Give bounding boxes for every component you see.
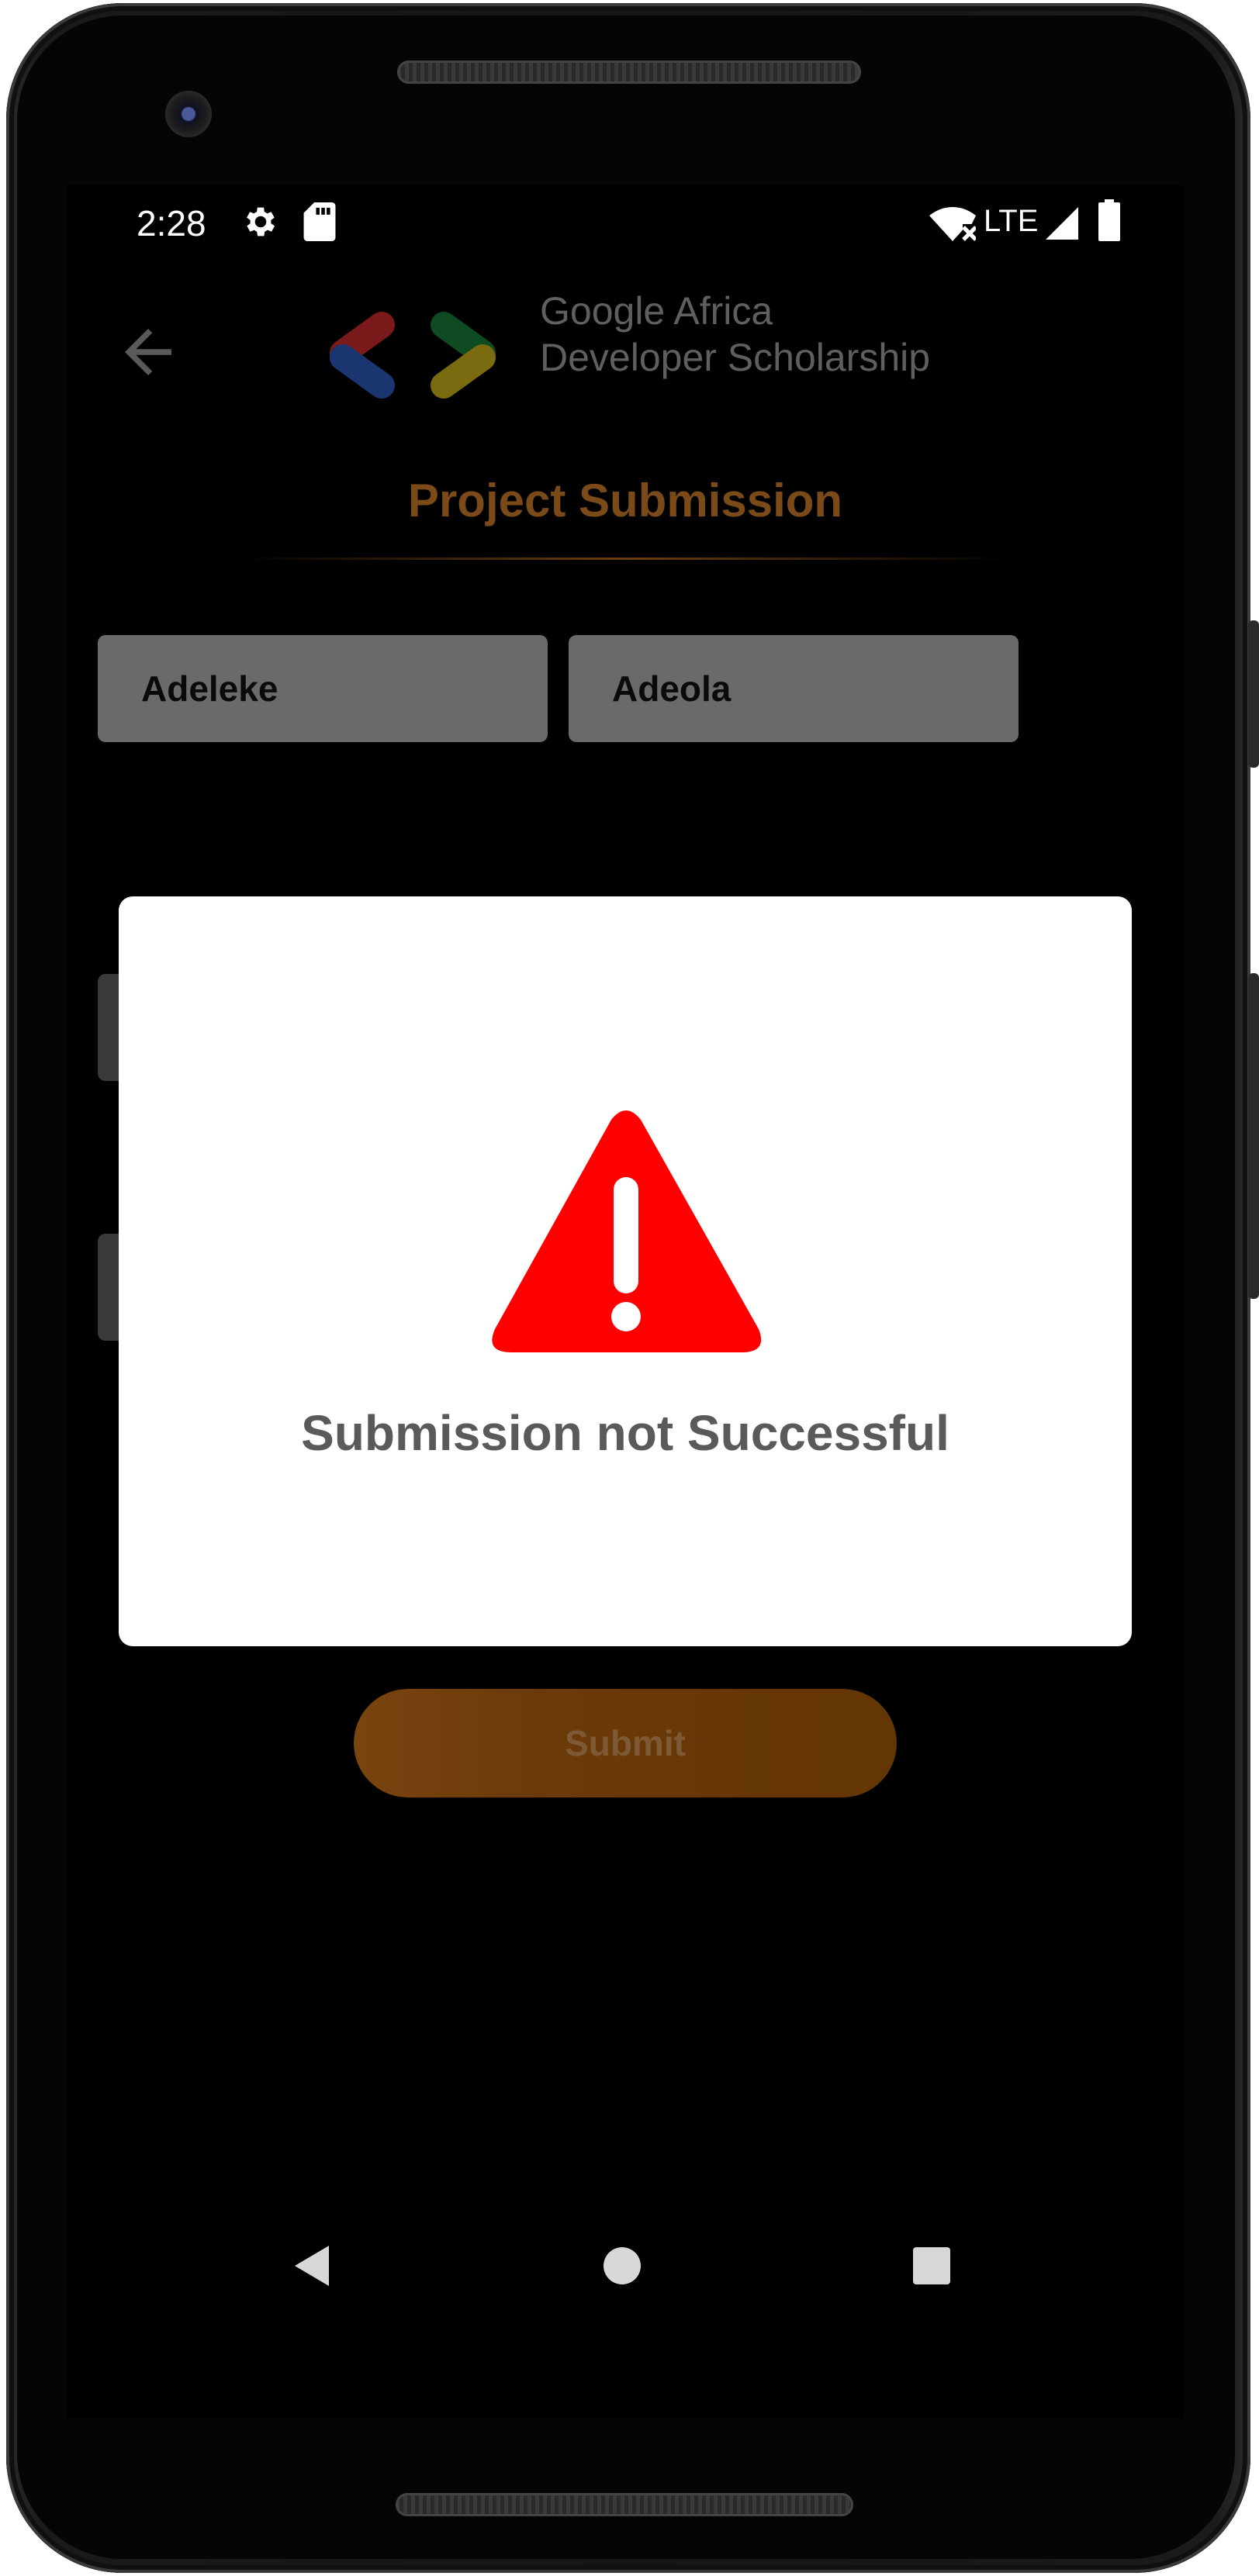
back-button[interactable] [113,317,183,387]
status-bar: 2:28 LTE [67,185,1184,255]
battery-icon [1098,199,1120,245]
logo-title: Google Africa [540,289,773,333]
bottom-speaker [396,2493,853,2516]
volume-button [1248,973,1259,1299]
warning-icon [492,1110,762,1352]
nav-recents-icon[interactable] [911,2246,952,2286]
power-button [1248,620,1259,768]
arrow-back-icon [125,329,171,375]
nav-home-icon[interactable] [602,2246,642,2286]
sd-card-icon [303,202,336,245]
last-name-field[interactable]: Adeola [569,635,1019,742]
page-title: Project Submission [407,475,843,527]
top-speaker [397,60,861,84]
signal-icon [1046,207,1078,243]
status-time: 2:28 [137,203,206,243]
error-dialog: Submission not Successful [119,896,1132,1646]
settings-icon [241,202,280,245]
first-name-field[interactable]: Adeleke [98,635,548,742]
logo-subtitle: Developer Scholarship [540,336,931,379]
code-brackets-logo-icon [330,312,496,399]
phone-frame: 2:28 LTE Google Africa Developer Scholar… [0,0,1259,2576]
dialog-message: Submission not Successful [301,1405,949,1461]
title-divider [237,558,1013,560]
network-type: LTE [984,204,1039,238]
front-camera [165,91,212,137]
wifi-off-icon [929,204,977,245]
submit-button[interactable]: Submit [354,1689,897,1797]
screen: 2:28 LTE Google Africa Developer Scholar… [67,185,1184,2419]
nav-back-icon[interactable] [290,2243,337,2289]
